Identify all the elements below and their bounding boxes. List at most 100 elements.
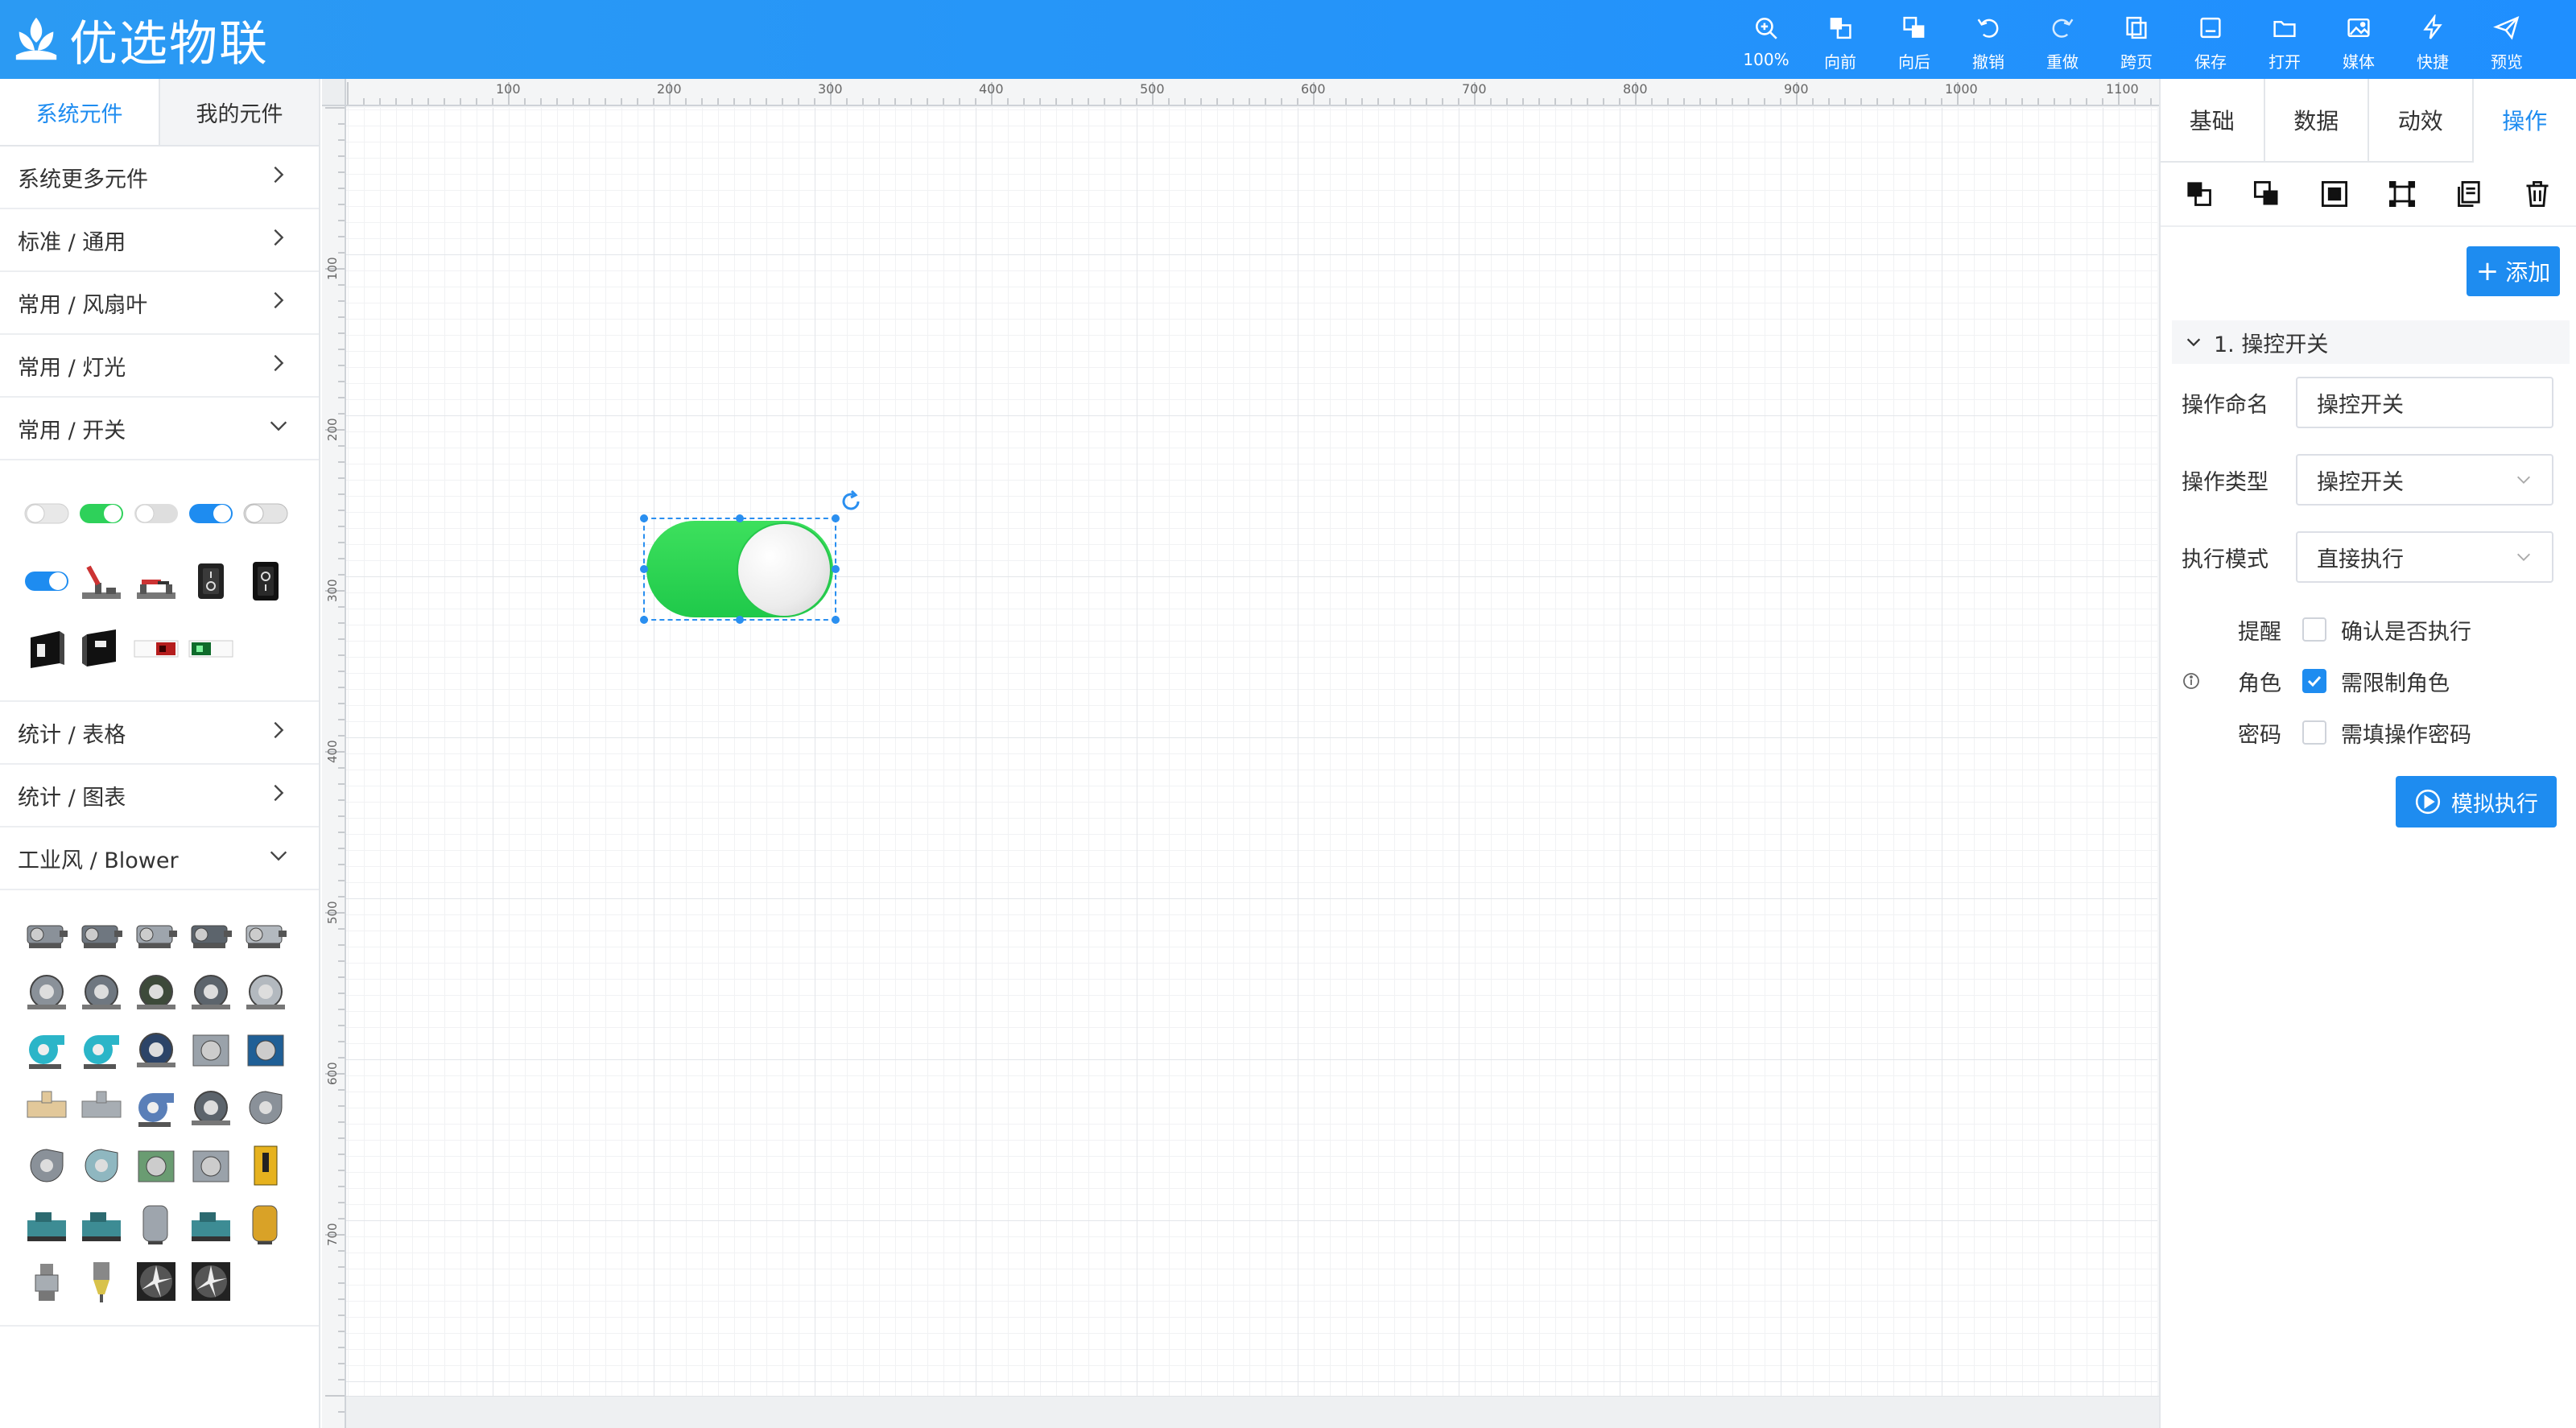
blower-valve-icon[interactable] [23,1257,71,1306]
blower-turbine-icon[interactable] [77,1141,126,1190]
ungroup-icon[interactable] [2388,180,2417,208]
blower-box-green-icon[interactable] [132,1141,180,1190]
blower-blower-teal-icon[interactable] [77,1026,126,1074]
trash-icon[interactable] [2523,180,2552,208]
remind-checkbox[interactable] [2302,617,2326,642]
resize-handle[interactable] [640,514,648,522]
rotate-handle-icon[interactable] [839,489,863,514]
blower-unit-teal-icon[interactable] [23,1199,71,1248]
blower-shaft-icon[interactable] [187,910,235,958]
blower-fan-icon[interactable] [77,968,126,1016]
panel-switch-right-icon[interactable] [77,625,126,673]
blower-pump-icon[interactable] [23,910,71,958]
operation-section-header[interactable]: 1. 操控开关 [2172,320,2570,364]
blower-scroll-icon[interactable] [23,1141,71,1190]
blower-box-gray-icon[interactable] [187,1141,235,1190]
tab-my-components[interactable]: 我的元件 [160,79,319,145]
blower-blower-blue-icon[interactable] [132,1083,180,1132]
knife-switch-open-icon[interactable] [77,557,126,605]
bring-to-front-icon[interactable] [2185,180,2214,208]
blower-box-blue-icon[interactable] [242,1026,290,1074]
tab-data[interactable]: 数据 [2265,79,2369,161]
blower-unit-teal-icon[interactable] [187,1199,235,1248]
toggle-on-blue-small-icon[interactable] [23,557,71,605]
resize-handle[interactable] [736,616,744,624]
blower-housing-icon[interactable] [132,910,180,958]
button-red-indicator-icon[interactable] [132,625,180,673]
blower-fan-icon[interactable] [187,968,235,1016]
tab-animation[interactable]: 动效 [2369,79,2474,161]
preview-button[interactable]: 预览 [2470,8,2544,72]
tab-system-components[interactable]: 系统元件 [0,79,160,145]
button-green-indicator-icon[interactable] [187,625,235,673]
drawing-board[interactable] [346,108,2157,1396]
toggle-off-outline-icon[interactable] [242,489,290,538]
send-to-back-icon[interactable] [2252,180,2281,208]
blower-fan-icon[interactable] [242,968,290,1016]
blower-tank-icon[interactable] [132,1199,180,1248]
operation-name-input[interactable]: 操控开关 [2296,377,2553,428]
zoom-button[interactable]: 100% [1729,8,1803,72]
execution-mode-select[interactable]: 直接执行 [2296,531,2553,583]
toggle-on-green-icon[interactable] [77,489,126,538]
blower-fan-grille-icon[interactable] [132,1257,180,1306]
blower-fan-navy-icon[interactable] [132,1026,180,1074]
resize-handle[interactable] [832,565,840,573]
blower-tank-gold-icon[interactable] [242,1199,290,1248]
category-chart[interactable]: 统计 / 图表 [0,765,319,827]
blower-nozzle-icon[interactable] [77,1257,126,1306]
open-button[interactable]: 打开 [2248,8,2322,72]
tab-operation[interactable]: 操作 [2473,79,2576,163]
blower-scroll-icon[interactable] [242,1083,290,1132]
shortcut-button[interactable]: 快捷 [2396,8,2470,72]
blower-pipe-tan-icon[interactable] [23,1083,71,1132]
cross-page-button[interactable]: 跨页 [2099,8,2174,72]
blower-fan-icon[interactable] [187,1083,235,1132]
password-checkbox[interactable] [2302,720,2326,745]
blower-fan-dark-icon[interactable] [132,968,180,1016]
blower-cabinet-yellow-icon[interactable] [242,1141,290,1190]
info-icon[interactable] [2182,671,2201,691]
toggle-on-blue-icon[interactable] [187,489,235,538]
blower-cylinder-icon[interactable] [242,910,290,958]
category-fan-blade[interactable]: 常用 / 风扇叶 [0,272,319,335]
toggle-off-light-icon[interactable] [132,489,180,538]
undo-button[interactable]: 撤销 [1951,8,2025,72]
horizontal-scrollbar[interactable] [346,1396,2159,1428]
category-standard[interactable]: 标准 / 通用 [0,209,319,272]
blower-pipe-gray-icon[interactable] [77,1083,126,1132]
blower-unit-teal-icon[interactable] [77,1199,126,1248]
category-more-system[interactable]: 系统更多元件 [0,147,319,209]
copy-icon[interactable] [2455,180,2484,208]
add-operation-button[interactable]: + 添加 [2467,246,2560,296]
resize-handle[interactable] [832,616,840,624]
operation-type-select[interactable]: 操控开关 [2296,454,2553,506]
send-backward-button[interactable]: 向后 [1877,8,1951,72]
selected-switch-component[interactable] [640,514,840,624]
resize-handle[interactable] [832,514,840,522]
category-switch[interactable]: 常用 / 开关 [0,398,319,460]
resize-handle[interactable] [640,616,648,624]
blower-motor-icon[interactable] [77,910,126,958]
bring-forward-button[interactable]: 向前 [1803,8,1877,72]
category-blower[interactable]: 工业风 / Blower [0,827,319,890]
resize-handle[interactable] [640,565,648,573]
resize-handle[interactable] [736,514,744,522]
tab-basic[interactable]: 基础 [2161,79,2265,161]
role-checkbox[interactable] [2302,669,2326,693]
rocker-switch-black-icon[interactable] [242,557,290,605]
blower-fan-grille-icon[interactable] [187,1257,235,1306]
redo-button[interactable]: 重做 [2025,8,2099,72]
group-icon[interactable] [2320,180,2349,208]
rocker-switch-dark-icon[interactable] [187,557,235,605]
category-light[interactable]: 常用 / 灯光 [0,335,319,398]
toggle-off-gray-icon[interactable] [23,489,71,538]
media-button[interactable]: 媒体 [2322,8,2396,72]
simulate-execute-button[interactable]: 模拟执行 [2396,776,2557,827]
panel-switch-left-icon[interactable] [23,625,71,673]
blower-box-fan-icon[interactable] [187,1026,235,1074]
blower-fan-icon[interactable] [23,968,71,1016]
blower-blower-teal-icon[interactable] [23,1026,71,1074]
save-button[interactable]: 保存 [2174,8,2248,72]
knife-switch-closed-icon[interactable] [132,557,180,605]
